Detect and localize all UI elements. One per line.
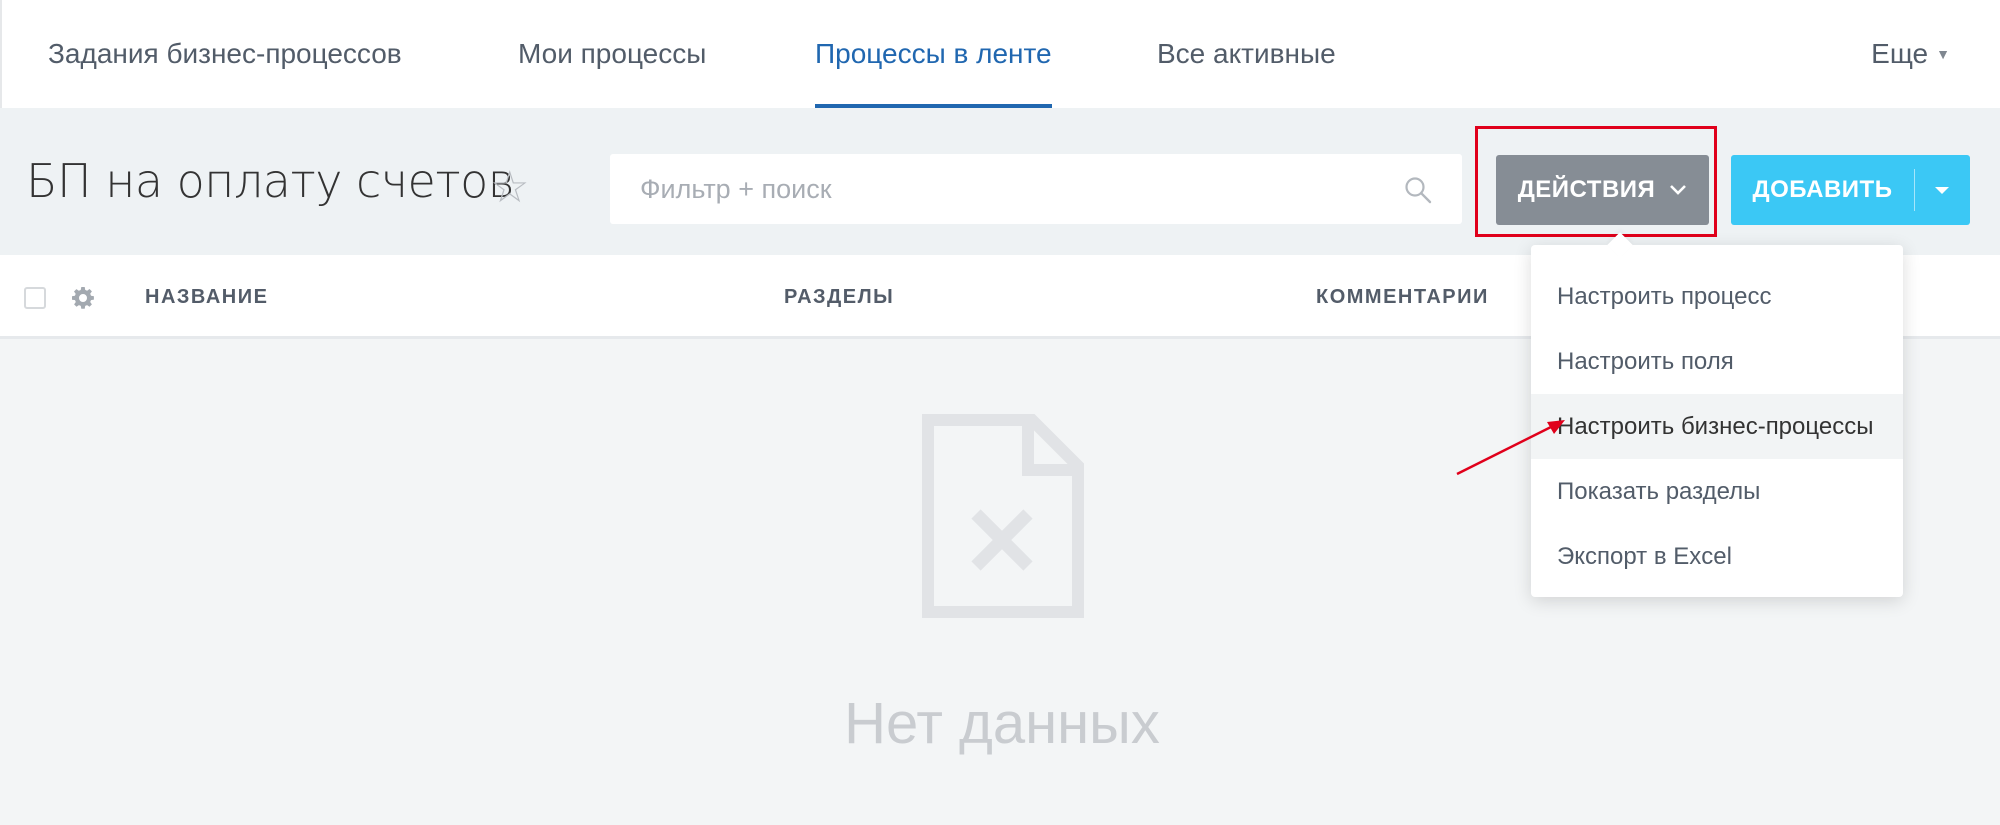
menu-item-configure-process[interactable]: Настроить процесс — [1531, 264, 1903, 329]
actions-button-label: ДЕЙСТВИЯ — [1517, 176, 1656, 203]
add-button[interactable]: ДОБАВИТЬ — [1731, 155, 1970, 225]
search-placeholder: Фильтр + поиск — [640, 173, 832, 204]
menu-item-show-sections[interactable]: Показать разделы — [1531, 459, 1903, 524]
top-navigation: Задания бизнес-процессов Мои процессы Пр… — [0, 0, 2000, 108]
tab-all-active[interactable]: Все активные — [1157, 0, 1336, 108]
actions-dropdown-menu: Настроить процесс Настроить поля Настрои… — [1531, 232, 1903, 597]
annotation-arrow — [1456, 420, 1565, 476]
triangle-down-icon — [1935, 186, 1949, 194]
empty-state-text: Нет данных — [844, 691, 1160, 756]
page-title: БП на оплату счетов — [26, 154, 515, 208]
tab-business-process-tasks[interactable]: Задания бизнес-процессов — [48, 0, 402, 108]
star-icon[interactable]: ☆ — [490, 166, 529, 210]
menu-item-configure-business-processes[interactable]: Настроить бизнес-процессы — [1531, 394, 1903, 459]
column-sections[interactable]: РАЗДЕЛЫ — [784, 255, 894, 339]
select-all-checkbox[interactable] — [24, 287, 46, 309]
more-label: Еще — [1871, 38, 1929, 69]
empty-document-icon — [922, 414, 1084, 618]
caret-down-icon: ▼ — [1936, 46, 1950, 62]
menu-item-export-excel[interactable]: Экспорт в Excel — [1531, 524, 1903, 589]
tab-my-processes[interactable]: Мои процессы — [518, 0, 706, 108]
menu-item-configure-fields[interactable]: Настроить поля — [1531, 329, 1903, 394]
column-comments[interactable]: КОММЕНТАРИИ — [1316, 255, 1489, 339]
search-icon[interactable] — [1404, 176, 1432, 204]
add-dropdown-arrow[interactable] — [1914, 155, 1970, 225]
column-name[interactable]: НАЗВАНИЕ — [145, 255, 268, 339]
chevron-down-icon — [1670, 185, 1687, 195]
gear-icon[interactable] — [71, 286, 95, 310]
tab-feed-processes[interactable]: Процессы в ленте — [815, 0, 1052, 108]
more-menu[interactable]: Еще ▼ — [1871, 0, 1950, 108]
search-input[interactable]: Фильтр + поиск — [610, 154, 1462, 224]
actions-button[interactable]: ДЕЙСТВИЯ — [1496, 155, 1709, 225]
add-button-label: ДОБАВИТЬ — [1752, 176, 1893, 203]
